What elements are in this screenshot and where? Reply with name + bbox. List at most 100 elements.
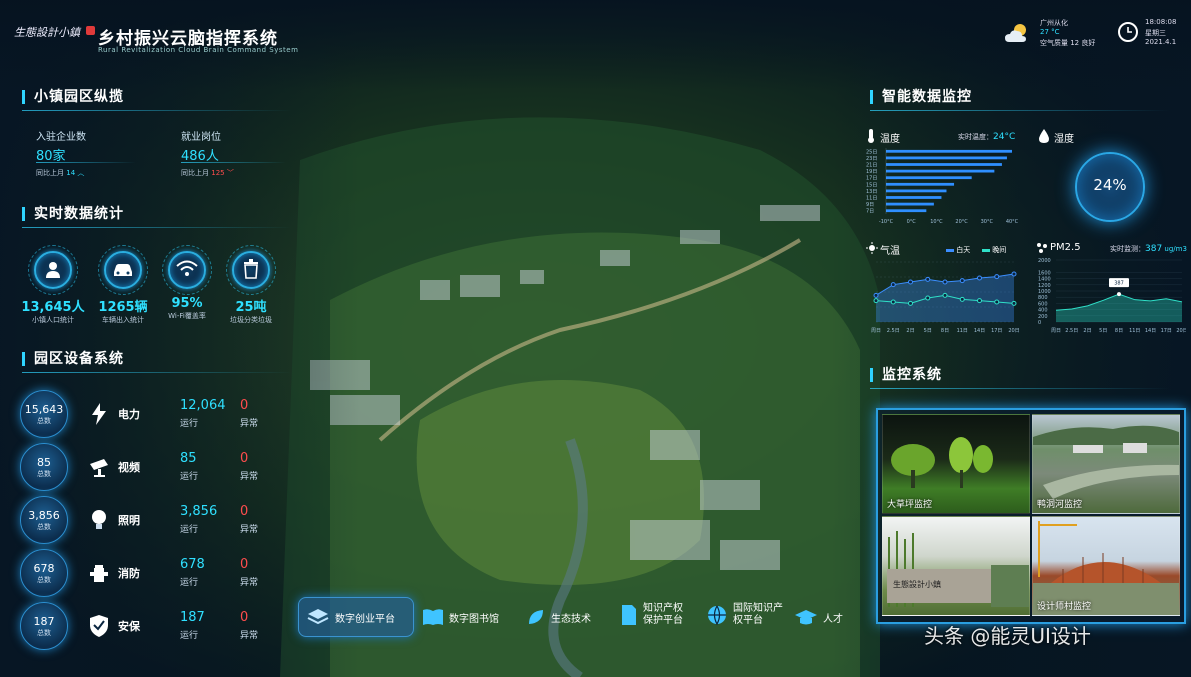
device-running-count: 12,064	[180, 398, 226, 413]
realtime-stat-vehicles[interactable]	[98, 245, 148, 295]
device-total: 85	[37, 456, 51, 469]
camera-feed-entrance[interactable]: 生態設計小鎮	[882, 516, 1030, 616]
legend-night: 晚间	[982, 245, 1006, 255]
bar	[886, 169, 995, 173]
overview-label: 就业岗位	[181, 132, 221, 143]
x-tick-label: 40°C	[1006, 219, 1019, 225]
realtime-stat-wifi[interactable]	[162, 245, 212, 295]
device-total: 678	[33, 562, 55, 575]
device-name: 照明	[118, 514, 140, 527]
device-running-count: 678	[180, 557, 205, 572]
pm25-icon	[1037, 243, 1047, 253]
x-tick-label: 20°C	[955, 219, 968, 225]
bulb-icon	[92, 510, 106, 529]
x-tick-label: 8日	[941, 328, 949, 334]
device-name: 消防	[118, 567, 140, 580]
bar	[886, 182, 955, 186]
nav-item-startup[interactable]: 数字创业平台	[306, 607, 395, 627]
device-error-label: 异常	[240, 525, 259, 535]
nav-item-talent[interactable]: 人才	[794, 607, 843, 627]
weather-air: 空气质量 12 良好	[1040, 39, 1096, 47]
data-point	[908, 300, 913, 306]
overview-underline	[181, 162, 286, 163]
person-icon	[46, 262, 60, 278]
nav-label: 国际知识产权平台	[733, 603, 783, 626]
device-row[interactable]: 678 总数 消防 678 运行 0 异常	[18, 549, 288, 599]
device-error-count: 0	[240, 557, 249, 572]
camera-label: 大草坪监控	[887, 500, 933, 510]
shield-icon	[90, 615, 108, 637]
realtime-stat-garbage[interactable]	[226, 245, 276, 295]
device-error-count: 0	[240, 610, 249, 625]
y-tick-label: 19日	[866, 169, 877, 175]
overview-title: 小镇园区纵揽	[22, 90, 124, 104]
x-tick-label: 2.5日	[1065, 328, 1078, 334]
device-row[interactable]: 3,856 总数 照明 3,856 运行 0 异常	[18, 496, 288, 546]
device-name: 电力	[118, 408, 140, 421]
data-point	[908, 279, 913, 285]
overview-change: 125	[211, 169, 225, 177]
data-point	[890, 282, 896, 288]
nav-item-eco[interactable]: 生态技术	[526, 607, 591, 627]
realtime-stat-population[interactable]	[28, 245, 78, 295]
wifi-icon	[176, 260, 198, 276]
x-tick-label: 8日	[1115, 328, 1123, 334]
device-row[interactable]: 187 总数 安保 187 运行 0 异常	[18, 602, 288, 652]
x-tick-label: 5日	[1099, 328, 1107, 334]
x-tick-label: 17日	[991, 328, 1002, 334]
realtime-value-population: 13,645人 小镇人口统计	[21, 300, 85, 324]
device-error-count: 0	[240, 398, 249, 413]
device-name: 安保	[118, 620, 140, 633]
realtime-title: 实时数据统计	[22, 207, 124, 221]
device-row[interactable]: 15,643 总数 电力 12,064 运行 0 异常	[18, 390, 288, 440]
y-tick-label: 1000	[1038, 289, 1051, 295]
overview-compare: 同比上月 14 ︿	[36, 169, 85, 177]
hydrant-icon	[90, 565, 108, 582]
nav-item-ip-protect[interactable]: 知识产权保护平台	[620, 603, 698, 627]
data-point	[959, 296, 965, 302]
camera-feed-river[interactable]: 鸭洞河监控	[1032, 414, 1180, 514]
nav-item-library[interactable]: 数字图书馆	[422, 607, 499, 627]
legend-day: 白天	[946, 245, 970, 255]
section-divider	[22, 372, 292, 373]
pm25-area-chart: 02004006008001000120014001600 2000 387 周日 2.…	[1038, 258, 1186, 334]
y-tick-label: 13日	[866, 189, 877, 195]
camera-feed-designer-village[interactable]: 设计师村监控	[1032, 516, 1180, 616]
y-tick-label: 600	[1038, 301, 1048, 307]
y-tick-label: 9日	[866, 202, 874, 208]
device-error-label: 异常	[240, 578, 259, 588]
weather-city: 广州从化	[1040, 19, 1068, 27]
device-name: 视频	[118, 461, 140, 474]
y-tick-label: 7日	[866, 209, 874, 215]
camera-icon	[90, 459, 108, 477]
data-point	[942, 279, 948, 285]
arrow-up-icon: ︿	[77, 169, 85, 177]
data-point	[890, 299, 896, 305]
x-tick-label: 10°C	[930, 219, 943, 225]
nav-item-ip-intl[interactable]: 国际知识产权平台	[706, 603, 790, 627]
device-row[interactable]: 85 总数 视频 85 运行 0 异常	[18, 443, 288, 493]
bar	[886, 202, 934, 206]
graduation-cap-icon	[795, 610, 817, 625]
leaf-icon	[529, 610, 543, 624]
logo-badge	[86, 26, 95, 35]
device-total-disc: 187 总数	[20, 602, 68, 650]
x-tick-label: 14日	[974, 328, 985, 334]
weather-temp: 27 °C	[1040, 28, 1060, 36]
cloud-sun-icon	[1004, 22, 1030, 48]
x-tick-label: 20日	[1008, 328, 1019, 334]
y-tick-label: 200	[1038, 314, 1048, 320]
x-tick-label: 0°C	[907, 219, 917, 225]
page-subtitle: Rural Revitalization Cloud Brain Command…	[98, 46, 299, 54]
y-tick-label: 25日	[866, 149, 877, 155]
y-tick-label: 1400	[1038, 277, 1051, 283]
data-point	[977, 298, 982, 304]
data-point	[942, 292, 948, 298]
x-tick-label: 周日	[871, 328, 881, 334]
surveillance-title: 监控系统	[870, 368, 942, 382]
camera-feed-lawn[interactable]: 大草坪监控	[882, 414, 1030, 514]
y-tick-label: 400	[1038, 308, 1048, 314]
nav-label: 数字图书馆	[449, 613, 499, 625]
temperature-realtime: 实时温度：24°C	[958, 132, 1016, 142]
marker-label: 387	[1114, 281, 1124, 287]
